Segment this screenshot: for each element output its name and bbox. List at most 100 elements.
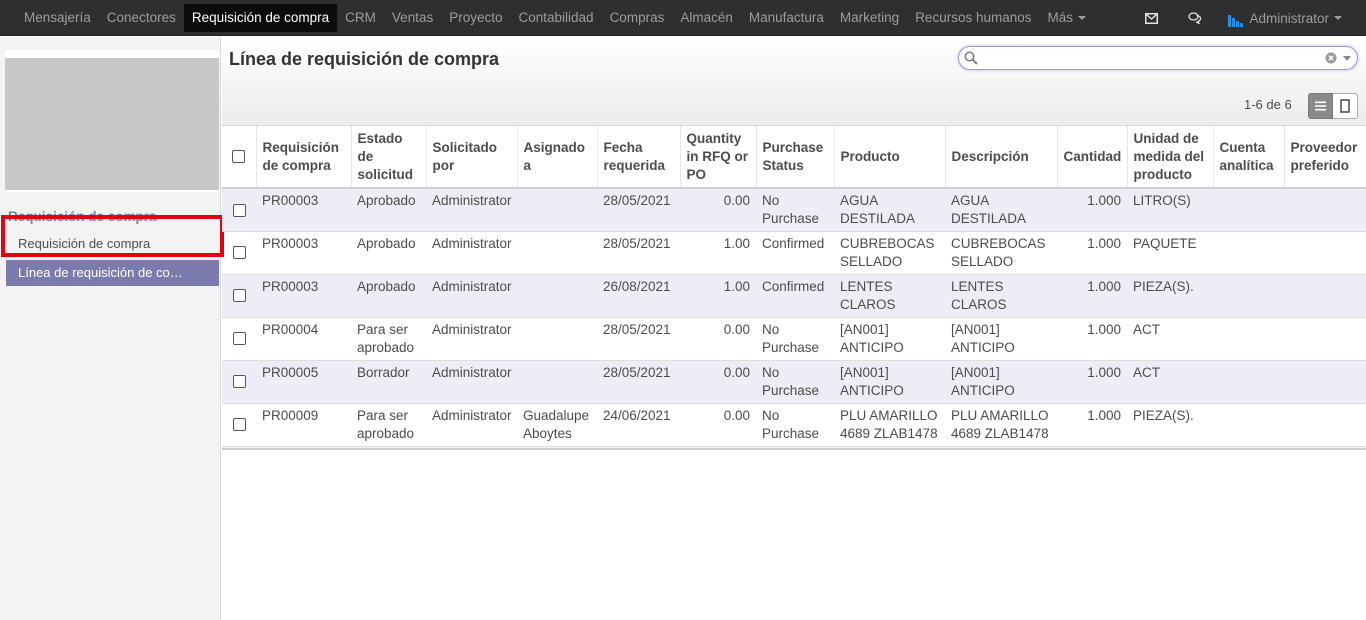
table-row[interactable]: PR00009 Para ser aprobado Administrator Gua… (222, 403, 1366, 447)
table-cell: No Purchase (756, 360, 834, 404)
table-cell: ACT (1127, 360, 1213, 404)
sidebar-item-requisicion-de-compra[interactable]: Requisición de compra (6, 231, 219, 257)
table-cell: LENTES CLAROS (945, 274, 1057, 318)
top-navbar: Mensajería Conectores Requisición de compr… (0, 0, 1366, 36)
row-checkbox-cell[interactable] (222, 403, 256, 447)
sidebar: Requisición de compra Requisición de com… (0, 37, 221, 620)
search-input[interactable] (983, 49, 1303, 67)
menu-item-4[interactable]: Ventas (384, 0, 441, 36)
column-header-2[interactable]: Solicitado por (425, 126, 517, 189)
table-cell: Aprobado (351, 188, 426, 232)
chevron-down-icon (1078, 16, 1087, 21)
search-bar[interactable] (958, 46, 1358, 70)
form-view-button[interactable] (1333, 93, 1358, 119)
column-header-7[interactable]: Producto (833, 126, 945, 189)
table-cell: PAQUETE (1127, 231, 1213, 275)
menu-item-11[interactable]: Recursos humanos (907, 0, 1039, 36)
menu-item-0[interactable]: Mensajería (16, 0, 99, 36)
row-checkbox-cell[interactable] (222, 317, 256, 361)
row-checkbox[interactable] (232, 418, 246, 432)
row-checkbox-cell[interactable] (222, 274, 256, 318)
table-cell: [AN001] ANTICIPO (945, 317, 1057, 361)
table-cell: 0.00 (680, 360, 756, 404)
row-checkbox-cell[interactable] (222, 231, 256, 275)
row-checkbox[interactable] (232, 203, 246, 217)
table-row[interactable]: PR00005 Borrador Administrator 28/05/2021 0.… (222, 360, 1366, 404)
pager-value[interactable]: 1-6 de 6 (1244, 97, 1292, 112)
menu-item-6[interactable]: Contabilidad (511, 0, 602, 36)
table-cell: 0.00 (680, 188, 756, 232)
table-row[interactable]: PR00003 Aprobado Administrator 28/05/2021 1.… (222, 231, 1366, 275)
table-cell (1284, 231, 1366, 275)
table-cell: 1.000 (1057, 317, 1127, 361)
table-cell: PR00003 (256, 231, 351, 275)
column-header-8[interactable]: Descripción (944, 126, 1057, 189)
table-cell: LITRO(S) (1127, 188, 1213, 232)
topbar-right: Administrator (1129, 0, 1366, 36)
table-header-row: Requisición de compra Estado de solicitud… (222, 126, 1366, 189)
menu-item-7[interactable]: Compras (602, 0, 673, 36)
table-cell: 0.00 (680, 403, 756, 447)
user-name: Administrator (1249, 10, 1329, 26)
table-body: PR00003 Aprobado Administrator 28/05/2021 0.… (222, 188, 1366, 447)
menu-item-more[interactable]: Más (1040, 0, 1095, 36)
column-header-11[interactable]: Cuenta analítica (1212, 126, 1284, 189)
table-cell (517, 360, 597, 404)
table-cell: No Purchase (756, 403, 834, 447)
table-row[interactable]: PR00004 Para ser aprobado Administrator 28/… (222, 317, 1366, 361)
column-header-3[interactable]: Asignado a (516, 126, 597, 189)
column-header-5[interactable]: Quantity in RFQ or PO (679, 126, 756, 189)
clear-search-icon[interactable] (1325, 52, 1337, 64)
column-header-0[interactable]: Requisición de compra (255, 126, 351, 189)
table-cell: 28/05/2021 (597, 231, 680, 275)
column-header-6[interactable]: Purchase Status (755, 126, 834, 189)
table-cell: PR00009 (256, 403, 351, 447)
row-checkbox[interactable] (232, 246, 246, 260)
table-cell: Confirmed (756, 274, 834, 318)
view-switcher (1308, 93, 1358, 119)
row-checkbox[interactable] (232, 289, 246, 303)
table-cell: 26/08/2021 (597, 274, 680, 318)
table-row[interactable]: PR00003 Aprobado Administrator 26/08/2021 1.… (222, 274, 1366, 318)
table-cell (1284, 360, 1366, 404)
column-header-9[interactable]: Cantidad (1056, 126, 1127, 189)
table-cell: Guadalupe Aboytes (517, 403, 597, 447)
table-cell (1284, 403, 1366, 447)
sidebar-item-linea-de-requisicion[interactable]: Línea de requisición de compra (6, 260, 219, 286)
column-header-12[interactable]: Proveedor preferido (1283, 126, 1366, 189)
user-menu[interactable]: Administrator (1217, 0, 1366, 36)
search-options-dropdown-icon[interactable] (1343, 56, 1351, 61)
row-checkbox[interactable] (232, 332, 246, 346)
table-cell: CUBREBOCAS SELLADO (945, 231, 1057, 275)
menu-item-1[interactable]: Conectores (99, 0, 184, 36)
requisition-lines-table: Requisición de compra Estado de solicitud… (222, 126, 1366, 447)
table-cell: 24/06/2021 (597, 403, 680, 447)
column-header-10[interactable]: Unidad de medida del producto (1126, 126, 1213, 189)
menu-item-2[interactable]: Requisición de compra (183, 4, 338, 32)
table-cell: 28/05/2021 (597, 188, 680, 232)
column-header-1[interactable]: Estado de solicitud (350, 126, 426, 189)
menu-item-5[interactable]: Proyecto (441, 0, 510, 36)
table-cell (1213, 360, 1284, 404)
menu-item-9[interactable]: Manufactura (741, 0, 832, 36)
row-checkbox-cell[interactable] (222, 188, 256, 232)
messages-envelope-icon[interactable] (1129, 0, 1173, 36)
select-all-checkbox[interactable] (232, 150, 246, 164)
table-cell: PR00003 (256, 274, 351, 318)
table-cell: PIEZA(S). (1127, 403, 1213, 447)
column-header-4[interactable]: Fecha requerida (596, 126, 680, 189)
menu-item-3[interactable]: CRM (337, 0, 384, 36)
chat-bubbles-icon[interactable] (1173, 0, 1217, 36)
table-cell: 1.000 (1057, 274, 1127, 318)
row-checkbox[interactable] (232, 375, 246, 389)
table-cell (1213, 231, 1284, 275)
table-cell: Administrator (426, 317, 517, 361)
list-view-button[interactable] (1308, 93, 1333, 119)
table-row[interactable]: PR00003 Aprobado Administrator 28/05/2021 0.… (222, 188, 1366, 232)
table-cell: PR00003 (256, 188, 351, 232)
table-cell (1284, 274, 1366, 318)
row-checkbox-cell[interactable] (222, 360, 256, 404)
menu-item-10[interactable]: Marketing (832, 0, 907, 36)
menu-item-8[interactable]: Almacén (672, 0, 741, 36)
select-all-checkbox-cell[interactable] (222, 126, 256, 189)
